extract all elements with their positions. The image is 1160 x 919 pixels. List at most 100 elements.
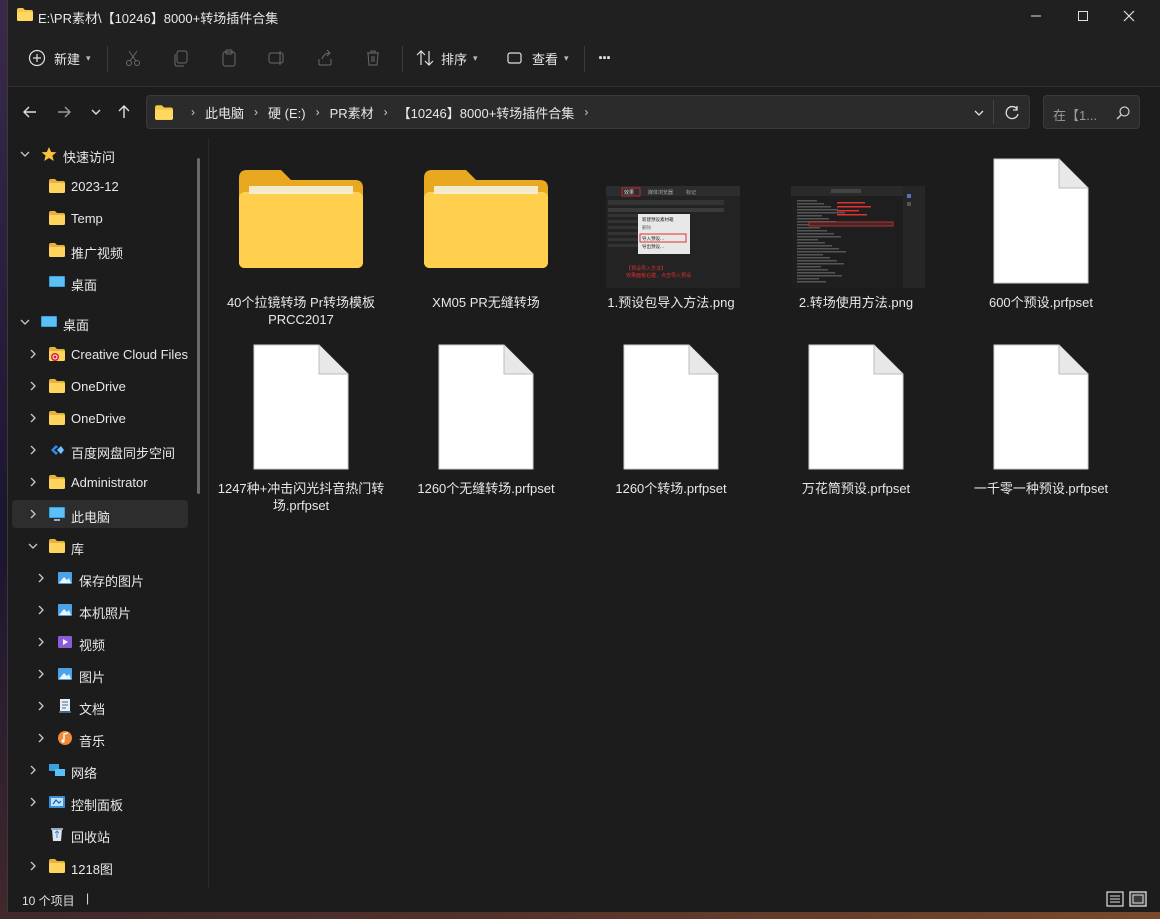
- chevron-right-icon[interactable]: [34, 636, 48, 651]
- desktop-icon: [40, 314, 58, 330]
- file-item[interactable]: 600个预设.prfpset: [956, 146, 1126, 316]
- toolbar-divider: [584, 46, 585, 72]
- sidebar-item-onedrive-2[interactable]: OneDrive: [12, 404, 188, 432]
- close-button[interactable]: [1106, 0, 1152, 32]
- crumb-drive-e[interactable]: 硬 (E:): [268, 103, 306, 122]
- svg-text:删除: 删除: [642, 224, 651, 231]
- sidebar-item-label: 百度网盘同步空间: [71, 446, 176, 461]
- sidebar-item-label: 控制面板: [71, 798, 124, 813]
- chevron-down-icon[interactable]: [26, 540, 40, 555]
- sidebar-item-desktop-pinned[interactable]: 桌面: [12, 268, 188, 296]
- chevron-down-icon[interactable]: [18, 316, 32, 331]
- chevron-right-icon[interactable]: [34, 572, 48, 587]
- chevron-right-icon[interactable]: [34, 700, 48, 715]
- recent-locations-button[interactable]: [85, 101, 107, 123]
- sidebar-item-baidu-netdisk[interactable]: 百度网盘同步空间: [12, 436, 188, 464]
- sidebar-item-libraries[interactable]: 库: [12, 532, 188, 560]
- sidebar-item-desktop[interactable]: 桌面: [12, 308, 188, 336]
- file-item[interactable]: 1260个无缝转场.prfpset: [401, 332, 571, 502]
- file-item[interactable]: 万花筒预设.prfpset: [771, 332, 941, 502]
- crumb-current-folder[interactable]: 【10246】8000+转场插件合集: [398, 103, 575, 122]
- sidebar-item-recycle-bin[interactable]: 回收站: [12, 820, 188, 848]
- refresh-icon[interactable]: [1005, 105, 1020, 120]
- file-name: 万花筒预设.prfpset: [801, 481, 911, 496]
- address-row: › 此电脑 › 硬 (E:) › PR素材 › 【10246】8000+转场插件…: [8, 87, 1160, 137]
- chevron-right-icon: ›: [584, 105, 589, 119]
- file-item[interactable]: 效果 媒体浏览器 标记 新建预设素材箱 删除 导入预设... 导出预设... 【预设导入方法】…: [586, 146, 756, 316]
- new-button[interactable]: 新建 ▾: [28, 44, 91, 72]
- delete-icon[interactable]: [361, 46, 385, 70]
- document-icon: [438, 344, 534, 473]
- back-button[interactable]: [19, 101, 41, 123]
- sidebar-item-temp[interactable]: Temp: [12, 204, 188, 232]
- sidebar-item-this-pc[interactable]: 此电脑: [12, 500, 188, 528]
- chevron-right-icon[interactable]: [26, 444, 40, 459]
- chevron-down-icon[interactable]: [973, 107, 985, 119]
- sidebar-item-quick-access[interactable]: 快速访问: [12, 140, 188, 168]
- chevron-right-icon[interactable]: [34, 668, 48, 683]
- chevron-right-icon[interactable]: [34, 732, 48, 747]
- svg-text:效果面板右键，点击导入预设: 效果面板右键，点击导入预设: [626, 272, 691, 279]
- file-name: 2.转场使用方法.png: [798, 295, 914, 310]
- chevron-right-icon[interactable]: [26, 508, 40, 523]
- more-options-button[interactable]: ···: [598, 44, 612, 72]
- sort-button[interactable]: 排序 ▾: [416, 44, 478, 72]
- crumb-this-pc[interactable]: 此电脑: [205, 103, 244, 122]
- file-item[interactable]: 一千零一种预设.prfpset: [956, 332, 1126, 502]
- forward-button[interactable]: [53, 101, 75, 123]
- sidebar-item-administrator[interactable]: Administrator: [12, 468, 188, 496]
- sort-icon: [416, 50, 434, 66]
- folder-item[interactable]: 40个拉镜转场 Pr转场模板 PRCC2017: [216, 146, 386, 327]
- chevron-right-icon[interactable]: [26, 764, 40, 779]
- rename-icon[interactable]: [265, 46, 289, 70]
- address-bar[interactable]: › 此电脑 › 硬 (E:) › PR素材 › 【10246】8000+转场插件…: [146, 95, 1030, 129]
- sidebar-item-onedrive-1[interactable]: OneDrive: [12, 372, 188, 400]
- chevron-right-icon[interactable]: [26, 412, 40, 427]
- minimize-button[interactable]: [1013, 0, 1059, 32]
- search-box[interactable]: 在【1...: [1043, 95, 1140, 129]
- crumb-pr-material[interactable]: PR素材: [330, 103, 374, 122]
- sidebar-item-label: 回收站: [71, 830, 111, 845]
- chevron-down-icon: ▾: [564, 52, 569, 63]
- file-item[interactable]: 1247种+冲击闪光抖音热门转场.prfpset: [216, 332, 386, 513]
- sidebar-item-label: 图片: [79, 670, 106, 685]
- up-button[interactable]: [113, 101, 135, 123]
- sidebar-item-camera-roll[interactable]: 本机照片: [12, 596, 188, 624]
- sidebar-item-1218-folder[interactable]: 1218图: [12, 852, 188, 880]
- details-view-icon[interactable]: [1106, 891, 1124, 907]
- sidebar-item-label: 快速访问: [63, 150, 116, 165]
- sidebar-item-videos[interactable]: 视频: [12, 628, 188, 656]
- sidebar-item-2023-12[interactable]: 2023-12: [12, 172, 188, 200]
- sidebar-scrollbar[interactable]: [197, 158, 200, 494]
- chevron-right-icon[interactable]: [34, 604, 48, 619]
- sidebar-item-network[interactable]: 网络: [12, 756, 188, 784]
- paste-icon[interactable]: [217, 46, 241, 70]
- folder-icon: [48, 210, 66, 226]
- sidebar-item-documents[interactable]: 文档: [12, 692, 188, 720]
- sidebar-item-music[interactable]: 音乐: [12, 724, 188, 752]
- view-button[interactable]: 查看 ▾: [506, 44, 569, 72]
- chevron-right-icon[interactable]: [26, 348, 40, 363]
- title-bar: E:\PR素材\【10246】8000+转场插件合集: [8, 0, 1160, 32]
- sidebar-item-pictures[interactable]: 图片: [12, 660, 188, 688]
- sidebar-item-control-panel[interactable]: 控制面板: [12, 788, 188, 816]
- share-icon[interactable]: [313, 46, 337, 70]
- sidebar-item-saved-pictures[interactable]: 保存的图片: [12, 564, 188, 592]
- large-icons-view-icon[interactable]: [1129, 891, 1147, 907]
- cut-icon[interactable]: [121, 46, 145, 70]
- chevron-down-icon[interactable]: [18, 148, 32, 163]
- chevron-right-icon[interactable]: [26, 796, 40, 811]
- sidebar-item-promo-videos[interactable]: 推广视频: [12, 236, 188, 264]
- maximize-button[interactable]: [1060, 0, 1106, 32]
- folder-item[interactable]: XM05 PR无缝转场: [401, 146, 571, 316]
- chevron-down-icon: [91, 109, 101, 115]
- file-item[interactable]: 2.转场使用方法.png: [771, 146, 941, 316]
- sidebar-item-label: 网络: [71, 766, 98, 781]
- chevron-right-icon[interactable]: [26, 860, 40, 875]
- file-item[interactable]: 1260个转场.prfpset: [586, 332, 756, 502]
- sidebar-item-creative-cloud-files[interactable]: Creative Cloud Files: [12, 340, 188, 368]
- chevron-right-icon[interactable]: [26, 380, 40, 395]
- chevron-right-icon[interactable]: [26, 476, 40, 491]
- view-label: 查看: [532, 51, 559, 67]
- copy-icon[interactable]: [169, 46, 193, 70]
